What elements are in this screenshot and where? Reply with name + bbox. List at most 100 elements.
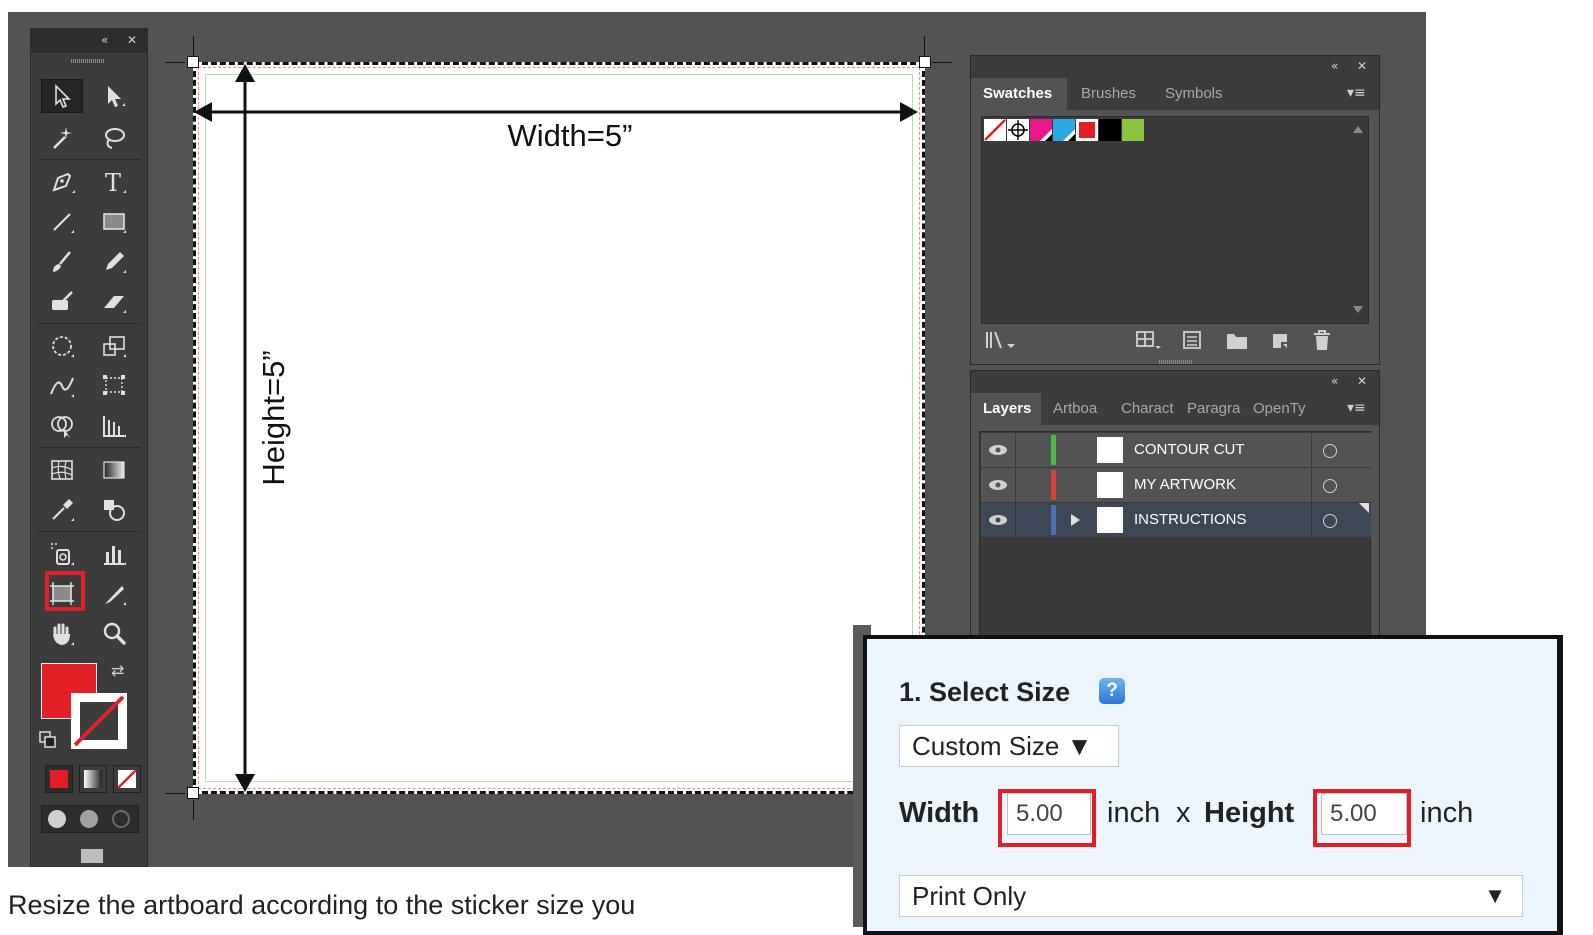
new-color-group-folder-icon[interactable] [1225,330,1249,352]
paintbrush-tool[interactable] [41,245,83,279]
default-fill-stroke-icon[interactable] [39,731,57,749]
blend-tool[interactable] [93,493,135,527]
swatch-libraries-menu-icon[interactable] [985,330,1019,352]
tab-symbols[interactable]: Symbols [1153,78,1243,110]
gradient-mode-button[interactable] [79,765,107,793]
collapse-icon[interactable]: « [101,33,108,47]
print-option-select[interactable]: Print Only ▼ [899,875,1523,917]
scale-tool[interactable] [93,329,135,363]
selection-tool[interactable] [41,79,83,113]
blob-brush-icon [52,291,73,310]
draw-inside-icon[interactable] [112,810,130,828]
eraser-tool[interactable] [93,285,135,319]
shape-builder-tool[interactable] [41,409,83,443]
mesh-tool[interactable] [41,453,83,487]
target-circle-icon[interactable] [1323,479,1337,493]
swatch-cyan[interactable] [1053,119,1075,141]
free-transform-icon [103,375,125,395]
trash-icon[interactable] [1311,328,1333,352]
direct-selection-tool[interactable] [93,79,135,113]
tools-panel-header: « ✕ [31,29,147,63]
blob-brush-tool[interactable] [41,285,83,319]
draw-behind-icon[interactable] [80,810,98,828]
close-icon[interactable]: ✕ [1357,374,1367,388]
perspective-grid-tool[interactable] [93,409,135,443]
swatch-none[interactable] [984,119,1006,141]
pen-tool[interactable] [41,165,83,199]
close-icon[interactable]: ✕ [127,33,137,47]
layer-row-my-artwork[interactable]: MY ARTWORK [981,468,1371,503]
dropdown-arrow-icon: ▼ [1484,883,1506,908]
line-segment-tool[interactable] [41,205,83,239]
color-mode-button[interactable] [45,765,73,793]
draw-normal-icon[interactable] [48,810,66,828]
zoom-tool[interactable] [93,617,135,651]
pencil-tool[interactable] [93,245,135,279]
swatch-black[interactable] [1099,119,1121,141]
artboard-tool-highlight [45,571,85,611]
grip-icon[interactable] [71,59,105,63]
none-swatch-icon [984,119,1006,141]
width-tool[interactable] [41,369,83,403]
tab-paragraph[interactable]: Paragra [1177,393,1243,425]
collapse-icon[interactable]: « [1331,59,1338,73]
swatch-options-icon[interactable] [1181,330,1203,352]
tab-character[interactable]: Charact [1111,393,1177,425]
show-swatch-kinds-icon[interactable] [1135,330,1163,352]
layer-name[interactable]: MY ARTWORK [1134,476,1236,493]
layer-name[interactable]: INSTRUCTIONS [1134,511,1247,528]
magic-wand-tool[interactable] [41,121,83,155]
layer-row-contour-cut[interactable]: CONTOUR CUT [981,433,1371,468]
eye-visibility-icon[interactable] [987,443,1009,457]
slice-tool[interactable] [93,577,135,611]
hand-tool[interactable] [41,617,83,651]
expand-triangle-icon[interactable] [1069,513,1081,527]
scroll-up-icon[interactable] [1353,126,1363,133]
swatches-scrollbar[interactable] [1349,120,1367,320]
rectangle-tool[interactable] [93,205,135,239]
new-swatch-icon[interactable] [1269,330,1291,352]
none-icon [117,769,137,789]
swap-fill-stroke-icon[interactable]: ⇄ [111,661,124,681]
layer-thumbnail [1097,472,1123,498]
crop-mark [165,793,185,794]
eyedropper-tool[interactable] [41,493,83,527]
tab-brushes[interactable]: Brushes [1069,78,1151,110]
size-select[interactable]: Custom Size ▼ [899,725,1119,767]
rotate-tool[interactable] [41,329,83,363]
close-icon[interactable]: ✕ [1357,59,1367,73]
tab-swatches[interactable]: Swatches [971,78,1067,110]
eye-visibility-icon[interactable] [987,513,1009,527]
panel-menu-icon[interactable]: ▾≡ [1347,401,1366,415]
help-icon[interactable]: ? [1099,678,1125,704]
collapse-icon[interactable]: « [1331,374,1338,388]
tab-artboards[interactable]: Artboa [1043,393,1109,425]
grip-icon[interactable] [1159,360,1193,364]
symbol-sprayer-tool[interactable] [41,537,83,571]
target-circle-icon[interactable] [1323,444,1337,458]
blend-icon [104,500,125,521]
swatch-registration[interactable] [1007,119,1029,141]
divider [39,531,141,532]
type-tool[interactable]: T [93,165,135,199]
target-circle-icon[interactable] [1323,514,1337,528]
layer-row-instructions[interactable]: INSTRUCTIONS [981,503,1371,538]
swatch-red[interactable] [1076,119,1098,141]
lasso-tool[interactable] [93,121,135,155]
swatch-magenta[interactable] [1030,119,1052,141]
column-graph-tool[interactable] [93,537,135,571]
swatch-green[interactable] [1122,119,1144,141]
eye-visibility-icon[interactable] [987,478,1009,492]
tab-layers[interactable]: Layers [971,393,1041,425]
free-transform-tool[interactable] [93,369,135,403]
scroll-down-icon[interactable] [1353,306,1363,313]
stroke-none-icon [73,695,125,747]
layer-name[interactable]: CONTOUR CUT [1134,441,1245,458]
tab-opentype[interactable]: OpenTy [1243,393,1315,425]
gradient-tool[interactable] [93,453,135,487]
screen-mode-icon[interactable] [81,849,103,863]
width-dimension-label: Width=5” [507,118,633,153]
none-mode-button[interactable] [113,765,141,793]
stroke-color-swatch[interactable] [71,693,127,749]
panel-menu-icon[interactable]: ▾≡ [1347,86,1366,100]
